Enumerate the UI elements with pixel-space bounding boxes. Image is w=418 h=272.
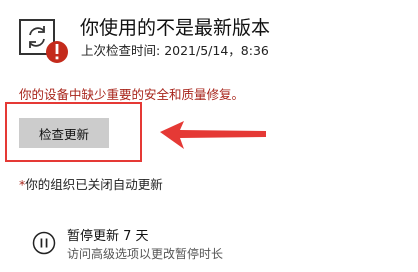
last-checked-label: 上次检查时间: [81,43,161,58]
pause-updates-option[interactable]: 暂停更新 7 天 访问高级选项以更改暂停时长 [30,228,330,268]
org-note-text: 你的组织已关闭自动更新 [25,177,163,192]
check-for-updates-button[interactable]: 检查更新 [19,118,109,148]
sync-warning-icon [18,14,70,66]
update-status-title: 你使用的不是最新版本 [80,17,271,39]
org-policy-note: *你的组织已关闭自动更新 [19,176,163,194]
last-checked-value: 2021/5/14，8:36 [164,43,269,58]
pause-updates-subtitle: 访问高级选项以更改暂停时长 [67,247,224,261]
pause-updates-title: 暂停更新 7 天 [67,229,149,244]
arrow-left-icon [158,118,268,154]
pause-icon [32,231,56,255]
last-checked-time: 上次检查时间: 2021/5/14，8:36 [81,42,269,60]
